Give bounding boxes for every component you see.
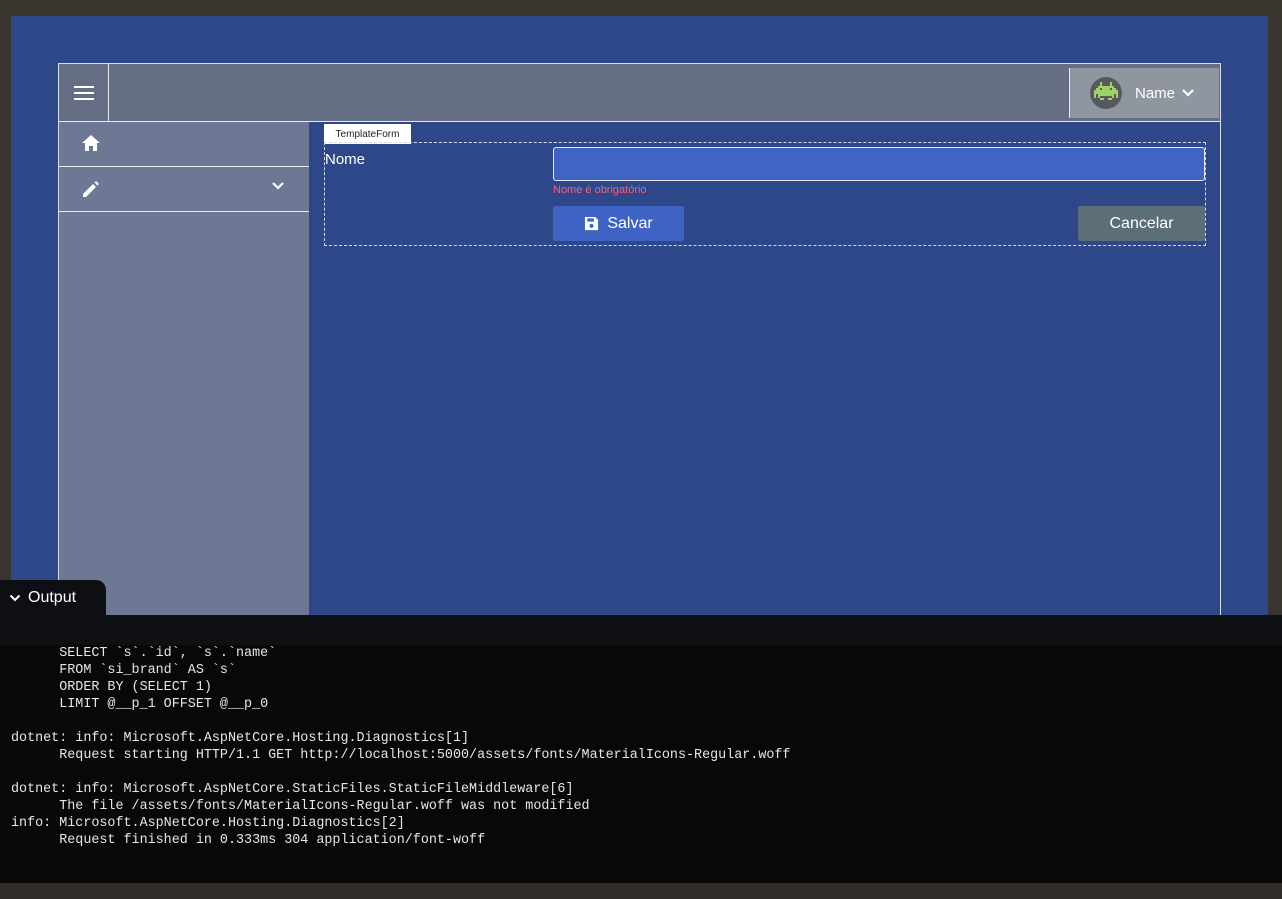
template-form: Nome Nome é obrigatório Salvar Cancelar	[324, 142, 1206, 246]
save-button[interactable]: Salvar	[553, 206, 684, 241]
hamburger-menu-icon	[73, 85, 94, 101]
cancel-button[interactable]: Cancelar	[1078, 206, 1205, 241]
space-invader-avatar-icon	[1094, 82, 1118, 104]
home-icon	[81, 134, 101, 152]
output-log: SELECT `s`.`id`, `s`.`name` FROM `si_bra…	[11, 646, 791, 848]
window-bottom-edge	[0, 883, 1282, 899]
sidebar-item-edit[interactable]	[59, 167, 309, 212]
output-panel-header	[0, 615, 1282, 645]
user-name: Name	[1135, 84, 1176, 102]
chevron-down-icon	[1181, 88, 1195, 98]
menu-toggle-button[interactable]	[59, 64, 109, 121]
user-menu[interactable]: Name	[1069, 68, 1219, 118]
save-icon	[584, 216, 599, 231]
output-panel: SELECT `s`.`id`, `s`.`name` FROM `si_bra…	[0, 615, 1282, 899]
app-frame: Name TemplateForm Nome Nome é obrigatóri…	[58, 63, 1221, 645]
pencil-icon	[81, 179, 101, 199]
name-input[interactable]	[553, 147, 1205, 181]
output-toggle-tab[interactable]: Output	[0, 580, 106, 616]
top-bar: Name	[59, 64, 1220, 122]
output-title: Output	[28, 589, 77, 606]
name-error-message: Nome é obrigatório	[553, 184, 647, 196]
form-tag: TemplateForm	[324, 124, 411, 144]
avatar	[1090, 77, 1122, 109]
save-button-label: Salvar	[607, 214, 653, 232]
name-field-label: Nome	[325, 151, 366, 168]
chevron-down-icon	[9, 594, 21, 602]
sidebar	[59, 122, 309, 645]
app-viewport: Name TemplateForm Nome Nome é obrigatóri…	[11, 16, 1268, 645]
chevron-down-icon[interactable]	[271, 181, 285, 191]
sidebar-item-home[interactable]	[59, 122, 309, 167]
